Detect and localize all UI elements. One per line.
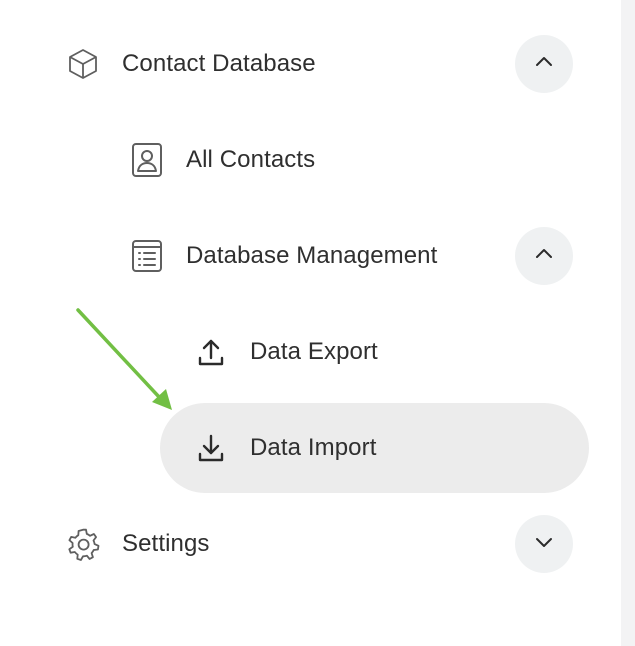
nav-label-all-contacts: All Contacts (186, 146, 316, 173)
scrollbar-gutter (621, 0, 635, 646)
nav-item-contact-database[interactable]: Contact Database (63, 44, 316, 84)
nav-label-settings: Settings (122, 530, 210, 557)
nav-item-all-contacts[interactable]: All Contacts (127, 140, 315, 180)
gear-icon (63, 524, 103, 564)
collapse-database-management-button[interactable] (515, 227, 573, 285)
nav-label-data-export: Data Export (250, 338, 378, 365)
nav-label-contact-database: Contact Database (122, 50, 316, 77)
nav-label-database-management: Database Management (186, 242, 438, 269)
list-icon (127, 236, 167, 276)
nav-item-database-management[interactable]: Database Management (127, 236, 437, 276)
nav-item-settings[interactable]: Settings (63, 524, 210, 564)
nav-label-data-import: Data Import (250, 434, 377, 461)
nav-item-data-import[interactable]: Data Import (191, 428, 376, 468)
upload-icon (191, 332, 231, 372)
contact-card-icon (127, 140, 167, 180)
download-icon (191, 428, 231, 468)
cube-icon (63, 44, 103, 84)
nav-item-data-export[interactable]: Data Export (191, 332, 378, 372)
chevron-up-icon (533, 243, 555, 270)
chevron-up-icon (533, 51, 555, 78)
collapse-contact-database-button[interactable] (515, 35, 573, 93)
chevron-down-icon (533, 531, 555, 558)
expand-settings-button[interactable] (515, 515, 573, 573)
